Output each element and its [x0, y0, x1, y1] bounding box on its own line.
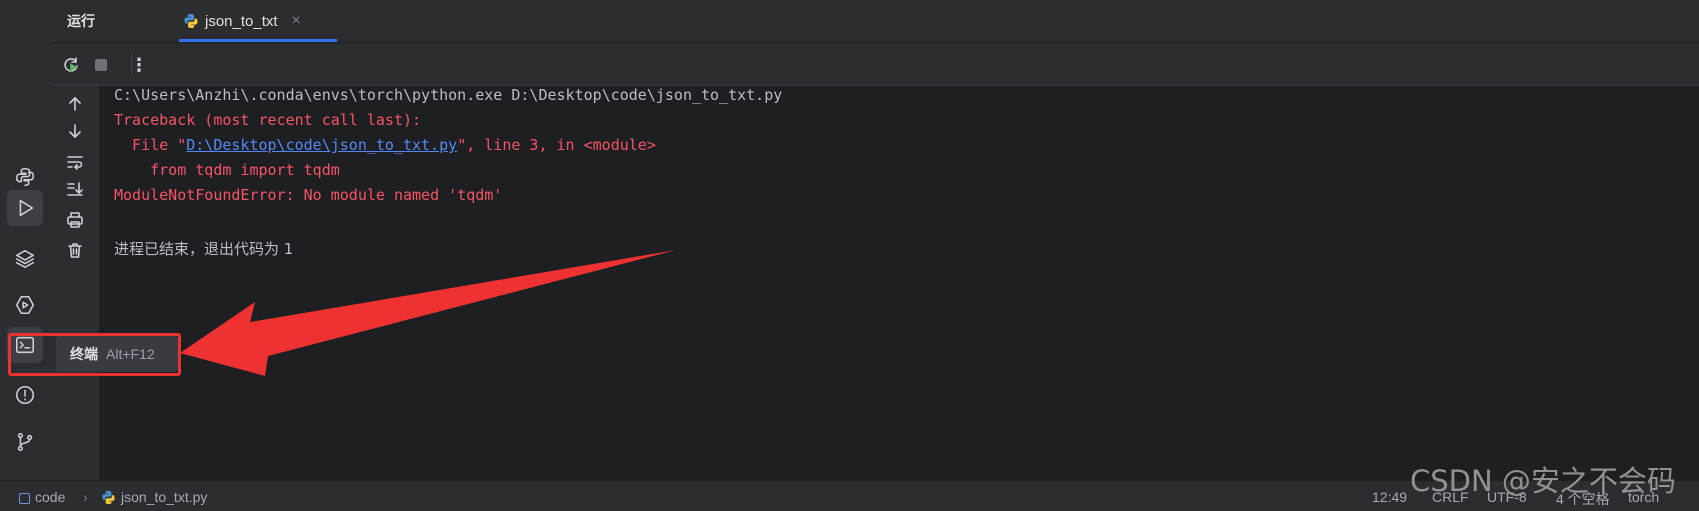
file-suffix: ", line 3, in <module> — [457, 136, 656, 154]
file-prefix: File " — [114, 136, 187, 154]
run-tool-icon[interactable] — [7, 190, 43, 226]
services-icon[interactable] — [7, 287, 43, 323]
project-breadcrumb[interactable]: code — [19, 489, 65, 505]
scroll-to-end-icon[interactable] — [63, 177, 87, 201]
rerun-icon[interactable] — [58, 52, 84, 78]
folder-icon — [19, 492, 30, 504]
arrow-up-icon[interactable] — [63, 92, 87, 116]
file-breadcrumb[interactable]: json_to_txt.py — [101, 489, 207, 505]
exit-message: 进程已结束，退出代码为 1 — [114, 240, 294, 258]
file-link[interactable]: D:\Desktop\code\json_to_txt.py — [186, 136, 457, 154]
traceback-file-line: File "D:\Desktop\code\json_to_txt.py", l… — [114, 136, 656, 154]
arrow-down-icon[interactable] — [63, 119, 87, 143]
caret-position[interactable]: 12:49 — [1372, 489, 1407, 505]
error-message: ModuleNotFoundError: No module named 'tq… — [114, 186, 503, 204]
tool-window-title: 运行 — [67, 13, 95, 29]
project-name: code — [35, 489, 66, 505]
breadcrumb-chevron-icon: › — [83, 489, 88, 505]
annotation-highlight-box — [8, 333, 181, 376]
git-icon[interactable] — [7, 424, 43, 460]
clear-all-icon[interactable] — [63, 238, 87, 262]
run-tab[interactable]: json_to_txt × — [179, 0, 337, 42]
file-name: json_to_txt.py — [121, 489, 208, 505]
console-gutter — [51, 86, 100, 480]
soft-wrap-icon[interactable] — [63, 150, 87, 174]
watermark: CSDN @安之不会码 — [1410, 464, 1676, 498]
run-tab-label: json_to_txt — [205, 12, 278, 30]
traceback-code-line: from tqdm import tqdm — [114, 161, 340, 179]
python-file-icon — [102, 490, 115, 505]
run-toolbar: ⋮ — [51, 43, 1699, 86]
problems-icon[interactable] — [7, 377, 43, 413]
layers-icon[interactable] — [7, 241, 43, 277]
console-output[interactable]: C:\Users\Anzhi\.conda\envs\torch\python.… — [100, 86, 1699, 480]
stop-icon[interactable] — [88, 52, 114, 78]
activity-bar — [0, 0, 52, 480]
more-options-icon[interactable]: ⋮ — [126, 52, 152, 78]
close-tab-icon[interactable]: × — [292, 12, 301, 30]
tool-window-header: 运行 json_to_txt × — [51, 0, 1699, 43]
python-file-icon — [184, 14, 198, 28]
command-line: C:\Users\Anzhi\.conda\envs\torch\python.… — [114, 86, 783, 104]
print-icon[interactable] — [63, 208, 87, 232]
traceback-header: Traceback (most recent call last): — [114, 111, 422, 129]
active-tab-indicator — [179, 39, 337, 42]
